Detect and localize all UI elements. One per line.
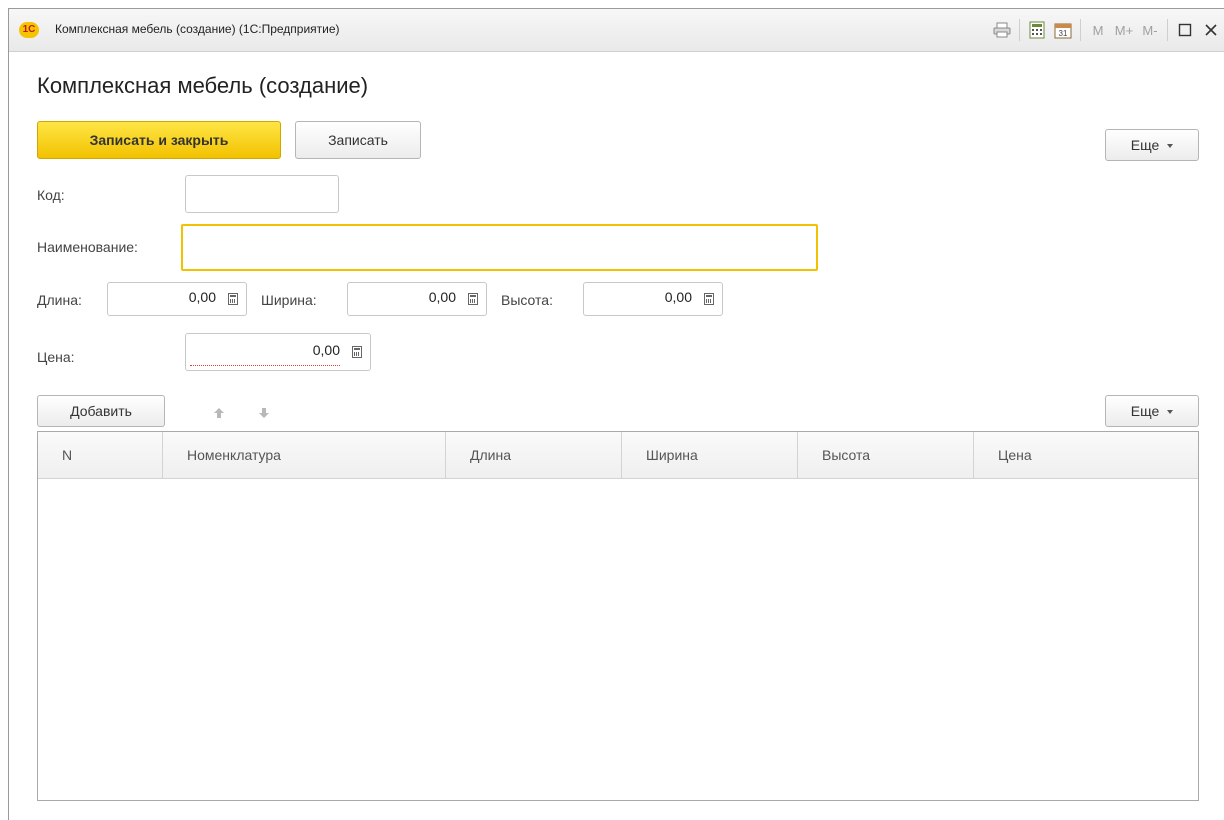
chevron-down-icon: [1167, 410, 1174, 414]
column-header-nomenclature[interactable]: Номенклатура: [163, 432, 446, 478]
move-down-arrow-icon[interactable]: [241, 399, 286, 427]
column-header-width[interactable]: Ширина: [622, 432, 798, 478]
calculator-icon[interactable]: [220, 283, 246, 315]
name-field[interactable]: [181, 224, 818, 271]
memory-plus-button[interactable]: M+: [1112, 18, 1136, 42]
price-field[interactable]: 0,00: [185, 333, 371, 371]
window-titlebar: 1С Комплексная мебель (создание) (1С:Пре…: [9, 9, 1224, 52]
calculator-icon[interactable]: [1025, 18, 1049, 42]
column-header-price[interactable]: Цена: [974, 432, 1198, 478]
calculator-icon[interactable]: [460, 283, 486, 315]
chevron-down-icon: [1167, 144, 1174, 148]
memory-m-button[interactable]: M: [1086, 18, 1110, 42]
close-icon[interactable]: [1199, 18, 1223, 42]
width-value: 0,00: [428, 289, 456, 305]
svg-text:31: 31: [1059, 29, 1068, 38]
height-value: 0,00: [664, 289, 692, 305]
titlebar-tools: 31 M M+ M-: [989, 9, 1224, 51]
add-row-button[interactable]: Добавить: [37, 395, 165, 427]
1c-logo-icon: 1С: [19, 22, 39, 38]
save-and-close-button[interactable]: Записать и закрыть: [37, 121, 281, 159]
toolbar-divider: [1167, 19, 1168, 41]
window-title: Комплексная мебель (создание) (1С:Предпр…: [55, 22, 340, 36]
move-buttons: [196, 399, 286, 427]
height-label: Высота:: [501, 292, 553, 308]
save-button[interactable]: Записать: [295, 121, 421, 159]
memory-minus-button[interactable]: M-: [1138, 18, 1162, 42]
page-title: Комплексная мебель (создание): [37, 73, 369, 98]
maximize-icon[interactable]: [1173, 18, 1197, 42]
length-value: 0,00: [188, 289, 216, 305]
table-more-label: Еще: [1130, 403, 1160, 419]
calculator-icon[interactable]: [696, 283, 722, 315]
width-field[interactable]: 0,00: [347, 282, 487, 316]
width-label: Ширина:: [261, 292, 317, 308]
table-header: N Номенклатура Длина Ширина Высота Цена: [38, 432, 1198, 479]
toolbar-divider: [1019, 19, 1020, 41]
column-header-height[interactable]: Высота: [798, 432, 974, 478]
calendar-icon[interactable]: 31: [1051, 18, 1075, 42]
form-window: 1С Комплексная мебель (создание) (1С:Пре…: [8, 8, 1224, 820]
name-label: Наименование:: [37, 239, 138, 255]
move-up-arrow-icon[interactable]: [196, 399, 241, 427]
invalid-underline: [190, 365, 340, 366]
column-header-length[interactable]: Длина: [446, 432, 622, 478]
height-field[interactable]: 0,00: [583, 282, 723, 316]
length-label: Длина:: [37, 292, 82, 308]
form-more-button[interactable]: Еще: [1105, 129, 1199, 161]
calculator-icon[interactable]: [344, 334, 370, 370]
length-field[interactable]: 0,00: [107, 282, 247, 316]
code-field[interactable]: [185, 175, 339, 213]
table-more-button[interactable]: Еще: [1105, 395, 1199, 427]
toolbar-divider: [1080, 19, 1081, 41]
items-table[interactable]: N Номенклатура Длина Ширина Высота Цена: [37, 431, 1199, 801]
column-header-n[interactable]: N: [38, 432, 163, 478]
price-value: 0,00: [312, 342, 340, 358]
print-icon[interactable]: [990, 18, 1014, 42]
code-label: Код:: [37, 187, 65, 203]
form-more-label: Еще: [1130, 137, 1160, 153]
price-label: Цена:: [37, 349, 75, 365]
